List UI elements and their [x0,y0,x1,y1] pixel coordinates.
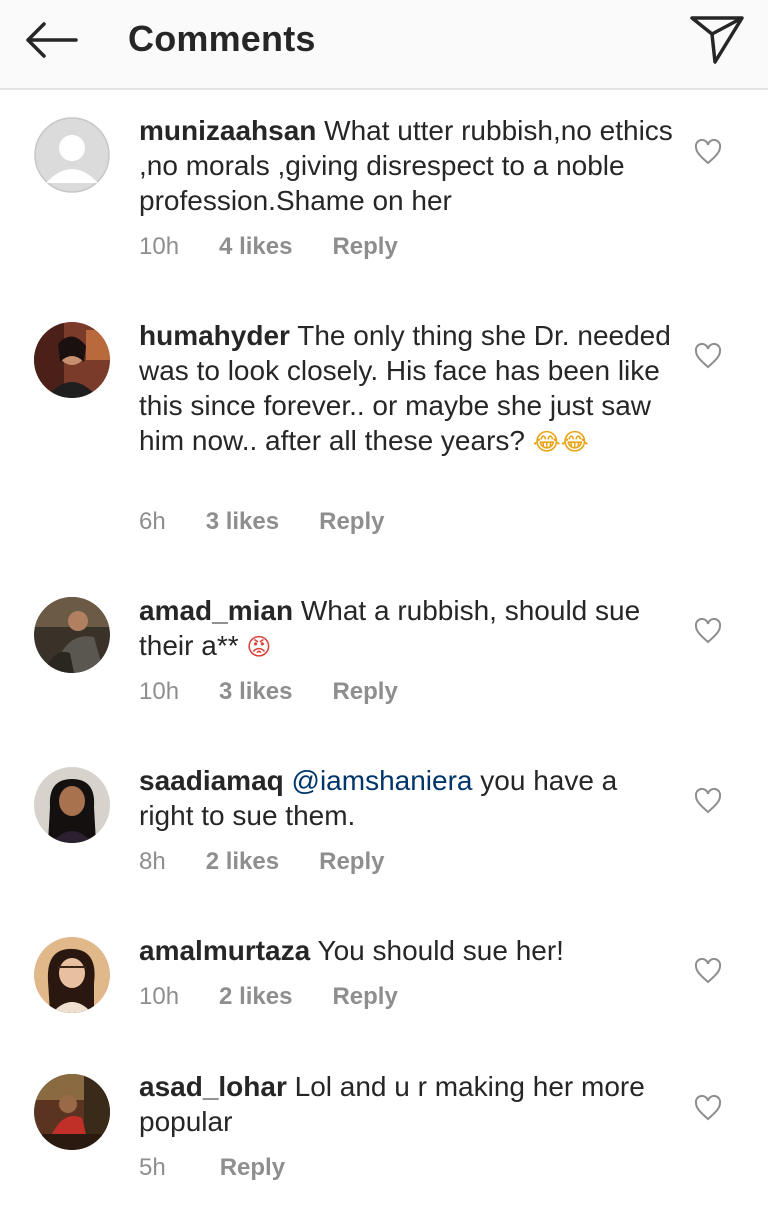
heart-icon[interactable] [694,139,722,165]
reply-button[interactable]: Reply [332,983,397,1011]
reply-button[interactable]: Reply [220,1154,285,1182]
angry-emoji: 😡 [246,633,272,661]
comment-likes[interactable]: 2 likes [206,848,279,876]
back-arrow-icon [26,22,78,58]
comment-text: saadiamaq @iamshaniera you have a right … [139,763,679,833]
heart-icon[interactable] [694,788,722,814]
avatar[interactable] [34,1074,110,1150]
heart-icon[interactable] [694,958,722,984]
comment-time: 10h [139,233,180,260]
comment-time: 10h [139,678,180,705]
comment-username[interactable]: saadiamaq [139,765,284,796]
comment-likes[interactable]: 3 likes [206,508,279,536]
comment-time: 5h [139,1154,166,1181]
avatar[interactable] [34,937,110,1013]
comment-likes[interactable]: 3 likes [219,678,292,706]
reply-button[interactable]: Reply [319,508,384,536]
comment-meta: 10h 3 likes Reply [139,678,398,706]
comment-likes[interactable]: 2 likes [219,983,292,1011]
header: Comments [0,0,768,90]
send-icon [690,16,744,64]
comment-text: munizaahsan What utter rubbish,no ethics… [139,113,679,218]
page-title: Comments [128,18,316,59]
comment-username[interactable]: asad_lohar [139,1071,287,1102]
comment-likes[interactable]: 4 likes [219,233,292,261]
comment-text: humahyder The only thing she Dr. needed … [139,318,679,460]
comment-time: 10h [139,983,180,1010]
mention-link[interactable]: @iamshaniera [292,765,473,796]
comment-meta: 8h 2 likes Reply [139,848,384,876]
comment-text: amalmurtaza You should sue her! [139,933,679,968]
comment-meta: 10h 2 likes Reply [139,983,398,1011]
reply-button[interactable]: Reply [332,233,397,261]
comment-body: You should sue her! [317,935,564,966]
avatar[interactable] [34,322,110,398]
comment-text: amad_mian What a rubbish, should sue the… [139,593,679,665]
heart-icon[interactable] [694,618,722,644]
reply-button[interactable]: Reply [319,848,384,876]
comment-username[interactable]: munizaahsan [139,115,316,146]
reply-button[interactable]: Reply [332,678,397,706]
back-button[interactable] [18,16,82,64]
avatar[interactable] [34,117,110,193]
avatar[interactable] [34,767,110,843]
comment-meta: 6h 3 likes Reply [139,508,384,536]
avatar[interactable] [34,597,110,673]
comment-username[interactable]: amad_mian [139,595,293,626]
comment-username[interactable]: amalmurtaza [139,935,310,966]
comment-time: 8h [139,848,166,875]
heart-icon[interactable] [694,343,722,369]
send-button[interactable] [688,12,746,68]
heart-icon[interactable] [694,1095,722,1121]
comment-meta: 5h Reply [139,1154,285,1182]
comment-text: asad_lohar Lol and u r making her more p… [139,1069,679,1139]
comment-username[interactable]: humahyder [139,320,290,351]
laughing-emoji: 😂😂 [532,428,589,456]
comment-meta: 10h 4 likes Reply [139,233,398,261]
comment-time: 6h [139,508,166,535]
